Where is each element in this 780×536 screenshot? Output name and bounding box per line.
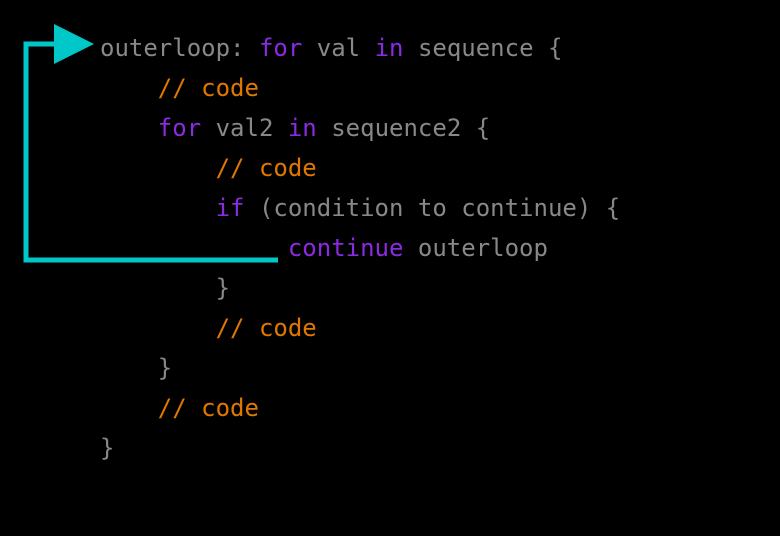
- brace-close: }: [216, 274, 230, 302]
- code-line-6: continue outerloop: [100, 234, 548, 262]
- code-line-2: // code: [100, 74, 259, 102]
- code-diagram: outerloop: for val in sequence { // code…: [0, 0, 780, 536]
- keyword-in: in: [375, 34, 404, 62]
- code-line-8: // code: [100, 314, 317, 342]
- keyword-for: for: [259, 34, 302, 62]
- keyword-for: for: [158, 114, 201, 142]
- brace-open: {: [606, 194, 620, 222]
- keyword-if: if: [216, 194, 245, 222]
- brace-open: {: [476, 114, 490, 142]
- code-line-10: // code: [100, 394, 259, 422]
- code-line-1: outerloop: for val in sequence {: [100, 34, 562, 62]
- brace-open: {: [548, 34, 562, 62]
- code-line-7: }: [100, 274, 230, 302]
- keyword-in: in: [288, 114, 317, 142]
- identifier-sequence: sequence: [418, 34, 534, 62]
- brace-close: }: [158, 354, 172, 382]
- identifier-val: val: [317, 34, 360, 62]
- identifier-val2: val2: [216, 114, 274, 142]
- identifier-sequence2: sequence2: [331, 114, 461, 142]
- code-line-5: if (condition to continue) {: [100, 194, 620, 222]
- condition-text: (condition to continue): [259, 194, 591, 222]
- comment: // code: [158, 74, 259, 102]
- continue-target: outerloop: [418, 234, 548, 262]
- comment: // code: [216, 314, 317, 342]
- label-outerloop: outerloop:: [100, 34, 245, 62]
- code-line-3: for val2 in sequence2 {: [100, 114, 490, 142]
- code-line-11: }: [100, 434, 114, 462]
- comment: // code: [158, 394, 259, 422]
- keyword-continue: continue: [288, 234, 404, 262]
- code-block: outerloop: for val in sequence { // code…: [100, 28, 620, 468]
- code-line-9: }: [100, 354, 172, 382]
- comment: // code: [216, 154, 317, 182]
- brace-close: }: [100, 434, 114, 462]
- code-line-4: // code: [100, 154, 317, 182]
